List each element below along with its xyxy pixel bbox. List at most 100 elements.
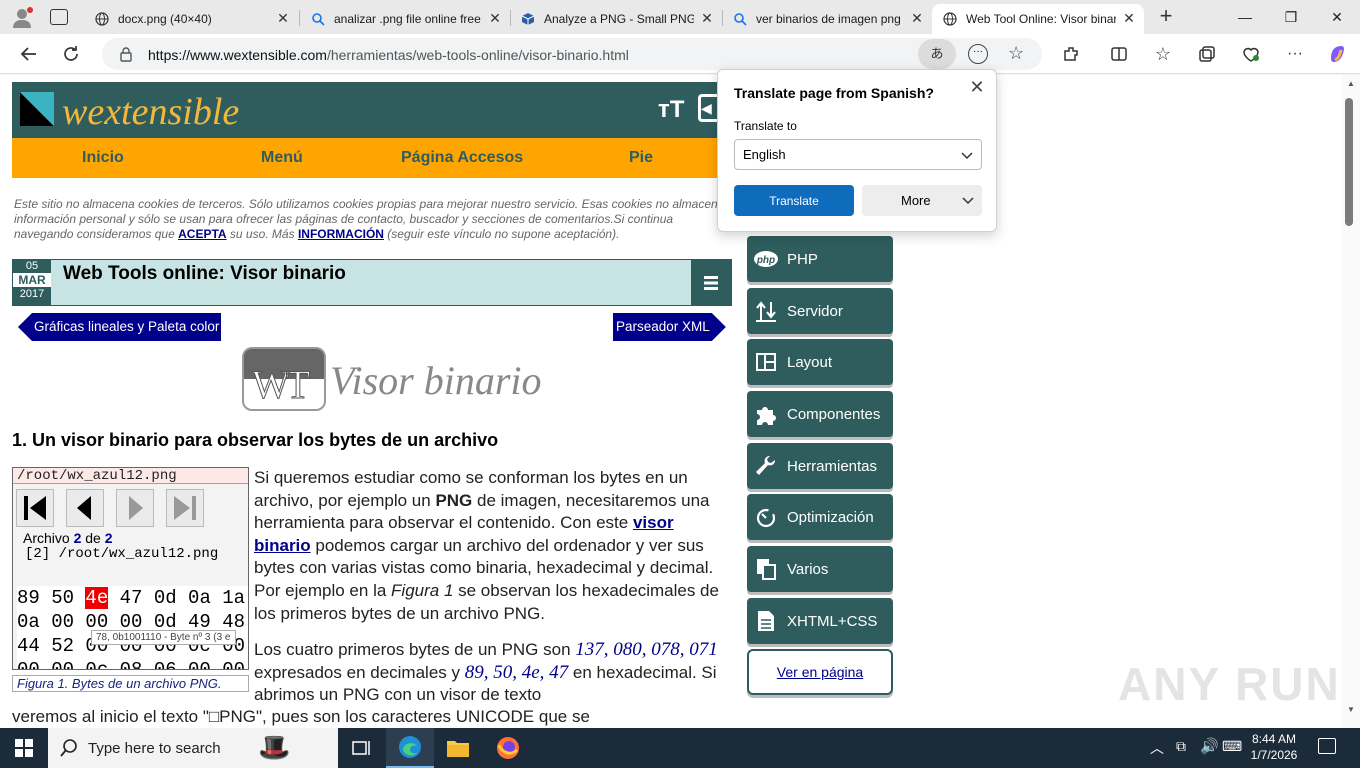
show-hidden-icons[interactable]: ︿ (1150, 738, 1164, 758)
favorite-star-icon[interactable]: ☆ (1008, 43, 1024, 64)
translate-title: Translate page from Spanish? (734, 85, 934, 101)
tab-visor-binario[interactable]: Web Tool Online: Visor binario ✕ (932, 4, 1144, 34)
more-options-icon[interactable]: ··· (968, 44, 988, 64)
sidebar-item-servidor[interactable]: Servidor (747, 288, 893, 334)
p2-text: expresados en decimales y (254, 662, 465, 682)
file-select[interactable]: [2] /root/wx_azul12.png (25, 546, 218, 562)
settings-more-icon[interactable]: ··· (1280, 39, 1310, 69)
edge-taskbar-icon[interactable] (386, 728, 434, 768)
site-logo-icon[interactable] (20, 92, 54, 126)
next-article-link[interactable]: Parseador XML (613, 313, 726, 341)
close-icon[interactable]: ✕ (910, 11, 924, 25)
hamburger-menu-icon[interactable] (691, 260, 731, 305)
hex-grid: 89 50 4e 47 0d 0a 1a 0a 00 00 00 0d 49 48… (17, 586, 248, 670)
layout-icon (753, 349, 779, 375)
php-icon: php (753, 246, 779, 272)
p1-png: PNG (435, 490, 473, 510)
tab-analizar[interactable]: analizar .png file online free ✕ (300, 4, 510, 34)
sidebar-item-componentes[interactable]: Componentes (747, 391, 893, 437)
file-counter-current: 2 (73, 530, 82, 546)
split-screen-icon[interactable] (1104, 39, 1134, 69)
language-select[interactable]: English (734, 139, 982, 170)
more-button[interactable]: More (862, 185, 982, 216)
intro-paragraph: Si queremos estudiar como se conforman l… (254, 467, 732, 625)
hex-row: 89 50 4e 47 0d 0a 1a (17, 586, 248, 610)
translate-icon[interactable]: あ (918, 39, 956, 69)
p2-text: Los cuatro primeros bytes de un PNG son (254, 640, 576, 659)
prev-article-link[interactable]: Gráficas lineales y Paleta color (18, 313, 222, 341)
firefox-icon[interactable] (484, 728, 532, 768)
tab-actions-icon[interactable] (50, 9, 68, 25)
close-icon[interactable]: ✕ (968, 78, 986, 96)
sidebar-item-optimizacion[interactable]: Optimización (747, 494, 893, 540)
sidebar-item-layout[interactable]: Layout (747, 339, 893, 385)
file-counter-total: 2 (104, 530, 113, 546)
copilot-icon[interactable] (1322, 39, 1352, 69)
site-name[interactable]: wextensible (62, 90, 239, 134)
sidebar-item-xhtml-css[interactable]: XHTML+CSS (747, 598, 893, 644)
cookie-accept-link[interactable]: ACEPTA (178, 227, 226, 241)
selected-byte[interactable]: 4e (85, 587, 109, 609)
page-viewport: wextensible ᴛT ◀ Inicio Menú Página Acce… (0, 75, 1342, 728)
sidebar-item-php[interactable]: php PHP (747, 236, 893, 282)
scrollbar-thumb[interactable] (1345, 98, 1353, 226)
translate-button[interactable]: Translate (734, 185, 854, 216)
tab-analyze-png[interactable]: Analyze a PNG - Small PNG ✕ (510, 4, 722, 34)
tab-docx[interactable]: docx.png (40×40) ✕ (84, 4, 298, 34)
chevron-down-icon (962, 197, 974, 205)
server-arrows-icon (753, 298, 779, 324)
search-icon (310, 11, 326, 27)
close-icon[interactable]: ✕ (488, 11, 502, 25)
wt-logo-letters: WT (251, 362, 310, 408)
last-file-button[interactable] (166, 489, 204, 527)
clock-time: 8:44 AM (1251, 732, 1297, 746)
cookie-info-link[interactable]: INFORMACIÓN (298, 227, 384, 241)
close-icon[interactable]: ✕ (1122, 11, 1136, 25)
chevron-down-icon (961, 152, 973, 160)
search-icon (60, 739, 77, 757)
nav-pagina-accesos[interactable]: Página Accesos (401, 149, 523, 167)
task-view-icon[interactable] (338, 728, 386, 768)
tab-ver-binarios[interactable]: ver binarios de imagen png ✕ (722, 4, 932, 34)
nav-inicio[interactable]: Inicio (82, 149, 124, 167)
tab-title: Analyze a PNG - Small PNG (544, 12, 694, 26)
nav-pie[interactable]: Pie (629, 149, 653, 167)
favorites-icon[interactable]: ☆ (1148, 39, 1178, 69)
close-icon[interactable]: ✕ (700, 11, 714, 25)
profile-avatar[interactable] (10, 6, 36, 28)
text-size-icon[interactable]: ᴛT (658, 96, 684, 124)
cookie-notice: Este sitio no almacena cookies de tercer… (14, 197, 732, 242)
tab-title: Web Tool Online: Visor binario (966, 12, 1116, 26)
restore-button[interactable]: ❐ (1268, 0, 1314, 34)
scroll-up-icon[interactable]: ▲ (1347, 79, 1355, 88)
first-file-button[interactable] (16, 489, 54, 527)
sidebar-item-herramientas[interactable]: Herramientas (747, 443, 893, 489)
prev-file-button[interactable] (66, 489, 104, 527)
site-info-icon[interactable] (118, 46, 134, 65)
network-icon[interactable]: ⧉ (1176, 738, 1186, 755)
sidebar-item-varios[interactable]: Varios (747, 546, 893, 592)
ver-en-pagina-link[interactable]: Ver en página (747, 649, 893, 695)
next-file-button[interactable] (116, 489, 154, 527)
collections-icon[interactable] (1192, 39, 1222, 69)
close-window-button[interactable]: ✕ (1314, 0, 1360, 34)
nav-menu[interactable]: Menú (261, 149, 303, 167)
refresh-button[interactable] (56, 39, 86, 69)
file-explorer-icon[interactable] (434, 728, 482, 768)
address-bar[interactable]: https://www.wextensible.com/herramientas… (102, 38, 1042, 70)
scroll-down-icon[interactable]: ▼ (1347, 705, 1355, 714)
notification-icon[interactable] (1318, 738, 1336, 754)
extensions-icon[interactable] (1056, 39, 1086, 69)
taskbar-search[interactable]: Type here to search 🎩 (48, 728, 338, 768)
back-button[interactable] (14, 39, 44, 69)
start-button[interactable] (0, 728, 48, 768)
hex-row: 00 00 0c 08 06 00 00 (17, 659, 246, 670)
browser-essentials-icon[interactable] (1236, 39, 1266, 69)
new-tab-button[interactable]: + (1154, 4, 1178, 28)
wrench-icon (753, 453, 779, 479)
translate-to-label: Translate to (734, 119, 797, 133)
volume-icon[interactable]: 🔊 (1200, 737, 1219, 755)
system-clock[interactable]: 8:44 AM 1/7/2026 (1234, 731, 1314, 763)
minimize-button[interactable]: — (1222, 0, 1268, 34)
close-icon[interactable]: ✕ (276, 11, 290, 25)
